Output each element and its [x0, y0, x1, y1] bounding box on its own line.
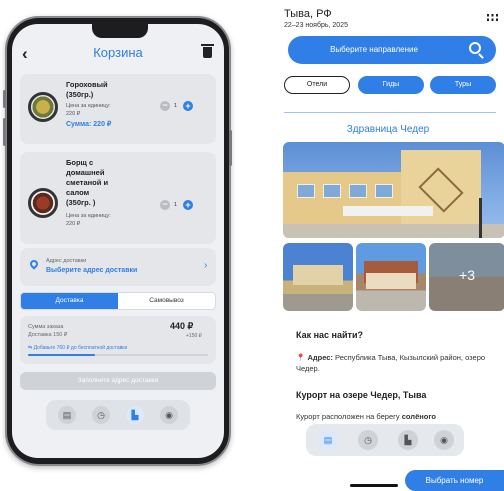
how-to-find-heading: Как нас найти? [296, 330, 363, 340]
chevron-right-icon: › [204, 260, 208, 271]
location-title: Тыва, РФ [284, 8, 332, 20]
address-caption: Адрес доставки [46, 258, 87, 264]
address-value: Выберите адрес доставки [46, 267, 138, 274]
window-image [349, 184, 367, 198]
increase-button[interactable]: + [183, 200, 193, 210]
resort-description: Курорт расположен на берегу солёного [296, 411, 492, 422]
trip-dates: 22–23 ноябрь, 2025 [284, 22, 348, 29]
unit-price: 220 ₽ [66, 111, 81, 117]
hotel-thumbnail[interactable] [283, 243, 353, 311]
item-name: Борщ с домашней сметаной и салом (350гр.… [66, 158, 109, 207]
search-icon[interactable] [469, 42, 481, 54]
resort-text-bold: солёного [401, 412, 436, 421]
clock-icon[interactable]: ◷ [92, 406, 110, 424]
order-total: 440 ₽ [170, 321, 194, 331]
free-delivery-note: ⇆ Добавьте 760 ₽ до бесплатной доставки [28, 345, 127, 351]
window-image [323, 184, 341, 198]
address-text: 📍 Адрес: Республика Тыва, Кызылский райо… [296, 352, 492, 374]
list-icon[interactable]: ▤ [318, 430, 338, 450]
fill-address-button[interactable]: Заполните адрес доставки [20, 372, 216, 390]
dish-image [28, 92, 58, 122]
delivery-fee-label: Доставка 150 ₽ [28, 332, 68, 338]
city-icon[interactable]: ▙ [126, 406, 144, 424]
hotel-main-photo[interactable] [283, 142, 504, 238]
dish-image [28, 188, 58, 218]
decrease-button[interactable]: − [160, 101, 170, 111]
destination-search-bar[interactable]: Выберите направление [288, 36, 496, 64]
delivery-fee: +150 ₽ [186, 333, 202, 339]
hotel-name: Здравница Чедер [346, 124, 430, 135]
more-photos-thumbnail[interactable]: +3 [429, 243, 504, 311]
item-sum: Сумма: 220 ₽ [66, 121, 112, 128]
home-indicator [350, 484, 398, 487]
map-pin-icon [28, 258, 40, 270]
increase-button[interactable]: + [183, 101, 193, 111]
phone-side-button [3, 118, 6, 146]
ground-image [283, 224, 504, 238]
cart-item: Борщ с домашней сметаной и салом (350гр.… [20, 152, 216, 244]
free-delivery-text: Добавьте 760 ₽ до бесплатной доставки [33, 345, 128, 351]
truck-icon: ⇆ [28, 345, 33, 351]
user-icon[interactable]: ◉ [434, 430, 454, 450]
filter-guides[interactable]: Гиды [358, 76, 424, 94]
phone-notch [92, 24, 148, 38]
bottom-tab-bar: ▤ ◷ ▙ ◉ [46, 400, 190, 430]
tab-pickup[interactable]: Самовывоз [118, 293, 215, 309]
order-summary: Сумма заказа Доставка 150 ₽ 440 ₽ +150 ₽… [20, 316, 216, 364]
more-photos-count: +3 [459, 267, 475, 283]
bottom-tab-bar: ▤ ◷ ▙ ◉ [306, 424, 464, 456]
phone-side-button [229, 130, 232, 166]
free-delivery-progress [28, 354, 208, 356]
order-sum-label: Сумма заказа [28, 324, 64, 330]
delivery-mode-toggle: Доставка Самовывоз [20, 292, 216, 310]
tab-delivery[interactable]: Доставка [21, 293, 118, 309]
list-icon[interactable]: ▤ [58, 406, 76, 424]
phone-side-button [3, 90, 6, 108]
building-image [366, 273, 416, 289]
cart-header: ‹ Корзина [12, 40, 224, 68]
address-label: Адрес: [307, 353, 333, 362]
delivery-address-row[interactable]: Адрес доставки Выберите адрес доставки › [20, 248, 216, 286]
search-placeholder: Выберите направление [330, 45, 418, 54]
resort-text: Курорт расположен на берегу [296, 412, 400, 421]
filter-hotels[interactable]: Отели [284, 76, 350, 94]
cart-screen: ‹ Корзина Гороховый (350гр.) Цена за еди… [12, 24, 224, 458]
decrease-button[interactable]: − [160, 200, 170, 210]
unit-price-label: Цена за единицу: [66, 213, 111, 219]
city-icon[interactable]: ▙ [398, 430, 418, 450]
filter-tours[interactable]: Туры [430, 76, 496, 94]
quantity-value: 1 [174, 103, 178, 109]
grid-menu-icon[interactable] [487, 12, 498, 23]
item-name: Гороховый (350гр.) [66, 80, 108, 99]
tour-screen: Тыва, РФ 22–23 ноябрь, 2025 Выберите нап… [272, 0, 504, 491]
unit-price: 220 ₽ [66, 221, 81, 227]
choose-room-button[interactable]: Выбрать номер [405, 470, 504, 491]
lamp-post-image [479, 198, 482, 238]
building-image [293, 265, 343, 285]
page-title: Корзина [93, 45, 143, 60]
user-icon[interactable]: ◉ [160, 406, 178, 424]
quantity-value: 1 [174, 202, 178, 208]
pin-icon: 📍 [296, 353, 306, 362]
canopy-image [343, 206, 433, 216]
resort-heading: Курорт на озере Чедер, Тыва [296, 390, 427, 400]
window-image [375, 184, 393, 198]
cart-item: Гороховый (350гр.) Цена за единицу: 220 … [20, 74, 216, 144]
clock-icon[interactable]: ◷ [358, 430, 378, 450]
hotel-thumbnail[interactable] [356, 243, 426, 311]
divider [284, 112, 496, 113]
unit-price-label: Цена за единицу: [66, 103, 111, 109]
progress-fill [28, 354, 95, 356]
trash-icon[interactable] [201, 44, 214, 58]
window-image [297, 184, 315, 198]
